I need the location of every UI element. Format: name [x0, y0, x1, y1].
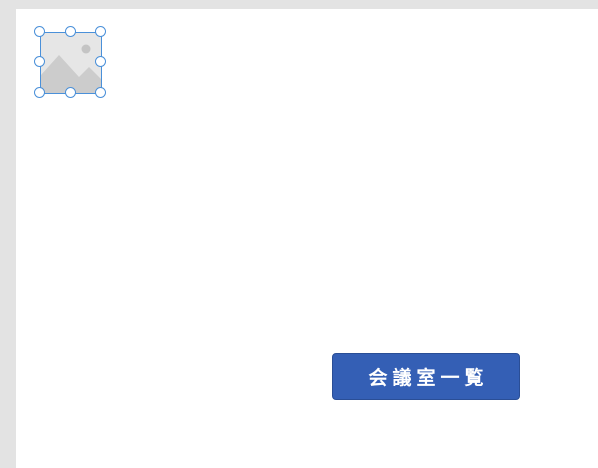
slide-page[interactable]: 会議室一覧	[16, 9, 598, 468]
resize-handle-bottom[interactable]	[65, 87, 76, 98]
meeting-room-list-button[interactable]: 会議室一覧	[332, 353, 520, 400]
meeting-room-list-button-label: 会議室一覧	[368, 367, 489, 389]
resize-handle-right[interactable]	[95, 56, 106, 67]
resize-handle-bottom-left[interactable]	[34, 87, 45, 98]
image-placeholder[interactable]	[34, 26, 106, 98]
resize-handle-top[interactable]	[65, 26, 76, 37]
resize-handle-top-right[interactable]	[95, 26, 106, 37]
resize-handle-left[interactable]	[34, 56, 45, 67]
resize-handle-top-left[interactable]	[34, 26, 45, 37]
editor-canvas: 会議室一覧	[0, 0, 598, 468]
resize-handle-bottom-right[interactable]	[95, 87, 106, 98]
image-placeholder-icon	[41, 33, 101, 93]
